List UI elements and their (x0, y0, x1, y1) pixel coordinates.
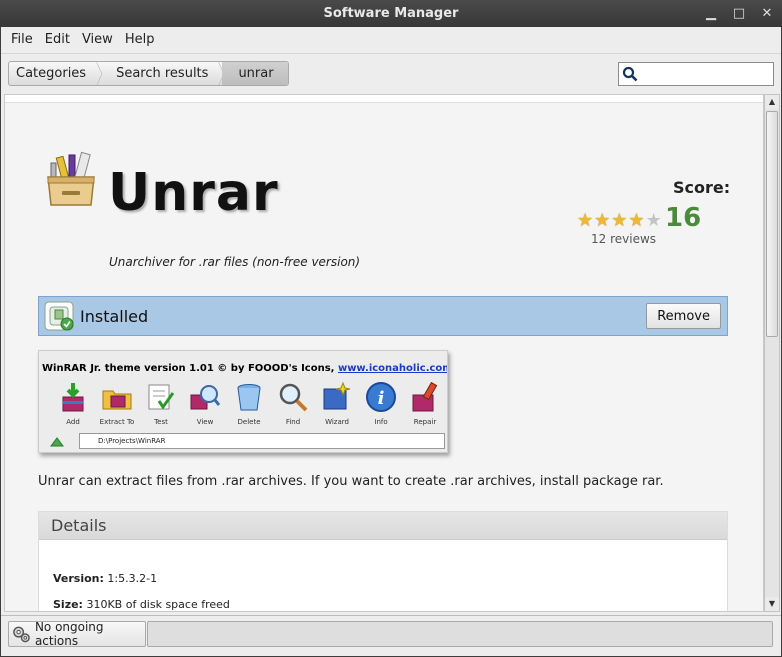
test-archive-icon (148, 384, 175, 410)
tool-repair: Repair (405, 381, 445, 426)
info-icon: i (366, 382, 396, 412)
install-status-bar: Installed Remove (38, 296, 728, 336)
scroll-down-arrow-icon[interactable]: ▼ (765, 597, 779, 611)
tool-label: Find (285, 418, 301, 426)
gears-icon (13, 626, 30, 643)
details-panel: Details Version: 1:5.3.2-1 Size: 310KB o… (38, 511, 728, 611)
status-text: No ongoing actions (34, 620, 104, 648)
tool-test: Test (141, 381, 181, 426)
score-label: Score: (673, 178, 731, 197)
tool-info: i Info (361, 381, 401, 426)
search-icon[interactable] (620, 64, 640, 84)
window-title: Software Manager (323, 6, 459, 21)
tool-label: Repair (413, 418, 437, 426)
detail-size: Size: 310KB of disk space freed (53, 598, 230, 611)
menu-help[interactable]: Help (119, 32, 161, 47)
rating-stars: ★ ★ ★ ★ ★ (577, 212, 662, 230)
details-heading: Details (39, 512, 727, 540)
vertical-scrollbar[interactable]: ▲ ▼ (764, 94, 780, 612)
repair-icon (412, 381, 438, 412)
scroll-up-arrow-icon[interactable]: ▲ (765, 95, 779, 109)
tool-delete: Delete (229, 381, 269, 426)
size-value: 310KB of disk space freed (86, 598, 230, 611)
remove-button[interactable]: Remove (646, 303, 721, 329)
menu-view[interactable]: View (76, 32, 119, 47)
screenshot-toolbar: Add Extract To Test View Delete Find Wiz… (53, 381, 445, 426)
app-description: Unrar can extract files from .rar archiv… (38, 474, 664, 489)
version-value: 1:5.3.2-1 (107, 572, 158, 585)
search-box[interactable] (618, 62, 774, 86)
breadcrumb: Categories Search results unrar (8, 61, 289, 86)
star-icon: ★ (577, 210, 594, 231)
menu-edit[interactable]: Edit (39, 32, 76, 47)
extract-folder-icon (102, 390, 132, 410)
star-icon: ★ (594, 210, 611, 231)
star-empty-icon: ★ (645, 210, 662, 231)
tool-label: Wizard (325, 418, 349, 426)
app-subtitle: Unarchiver for .rar files (non-free vers… (109, 255, 361, 269)
find-icon (279, 383, 308, 412)
svg-text:i: i (378, 388, 385, 409)
add-archive-icon (62, 383, 84, 412)
actions-status-button[interactable]: No ongoing actions (8, 620, 146, 648)
menu-bar: File Edit View Help (1, 27, 781, 52)
page-top-edge (5, 95, 763, 103)
app-window: File Edit View Help Categories Search re… (1, 27, 781, 656)
screenshot-path: D:\Projects\WinRAR (79, 433, 445, 449)
toolbar: Categories Search results unrar (1, 53, 781, 93)
size-label: Size: (53, 598, 83, 611)
status-bar: No ongoing actions (1, 615, 781, 656)
search-input[interactable] (640, 64, 770, 84)
tool-label: Test (154, 418, 168, 426)
star-icon: ★ (611, 210, 628, 231)
screenshot-caption-text: WinRAR Jr. theme version 1.01 © by FOOOD… (42, 363, 338, 374)
maximize-button[interactable]: □ (732, 0, 746, 27)
scroll-thumb[interactable] (766, 111, 778, 337)
tool-label: Info (374, 418, 388, 426)
app-title: Unrar (108, 163, 279, 223)
tool-label: Extract To (99, 418, 135, 426)
app-screenshot[interactable]: WinRAR Jr. theme version 1.01 © by FOOOD… (38, 350, 448, 453)
breadcrumb-current[interactable]: unrar (222, 62, 288, 85)
minimize-button[interactable]: ▁ (704, 0, 718, 27)
tool-add: Add (53, 381, 93, 426)
menu-file[interactable]: File (5, 32, 39, 47)
app-detail-page: Unrar Unarchiver for .rar files (non-fre… (4, 94, 764, 612)
screenshot-caption: WinRAR Jr. theme version 1.01 © by FOOOD… (42, 363, 448, 374)
breadcrumb-categories[interactable]: Categories (9, 62, 100, 85)
version-label: Version: (53, 572, 104, 585)
window-controls: ▁ □ ✕ (704, 0, 774, 27)
install-status-label: Installed (80, 306, 149, 326)
star-icon: ★ (628, 210, 645, 231)
tool-find: Find (273, 381, 313, 426)
wizard-icon (323, 381, 351, 410)
tool-extract: Extract To (97, 381, 137, 426)
tool-label: View (196, 418, 214, 426)
delete-bin-icon (237, 384, 261, 411)
tool-view: View (185, 381, 225, 426)
close-button[interactable]: ✕ (760, 0, 774, 27)
up-folder-icon (50, 437, 64, 447)
view-icon (190, 385, 221, 410)
progress-area (147, 621, 773, 647)
tool-label: Add (66, 418, 80, 426)
installed-icon (44, 301, 74, 331)
screenshot-link: www.iconaholic.com (337, 363, 448, 374)
score-value: 16 (665, 203, 702, 233)
breadcrumb-search-results[interactable]: Search results (100, 62, 222, 85)
detail-version: Version: 1:5.3.2-1 (53, 572, 157, 585)
reviews-count[interactable]: 12 reviews (591, 232, 656, 246)
title-bar: Software Manager ▁ □ ✕ (0, 0, 782, 27)
tool-label: Delete (237, 418, 261, 426)
package-icon (47, 151, 95, 206)
tool-wizard: Wizard (317, 381, 357, 426)
